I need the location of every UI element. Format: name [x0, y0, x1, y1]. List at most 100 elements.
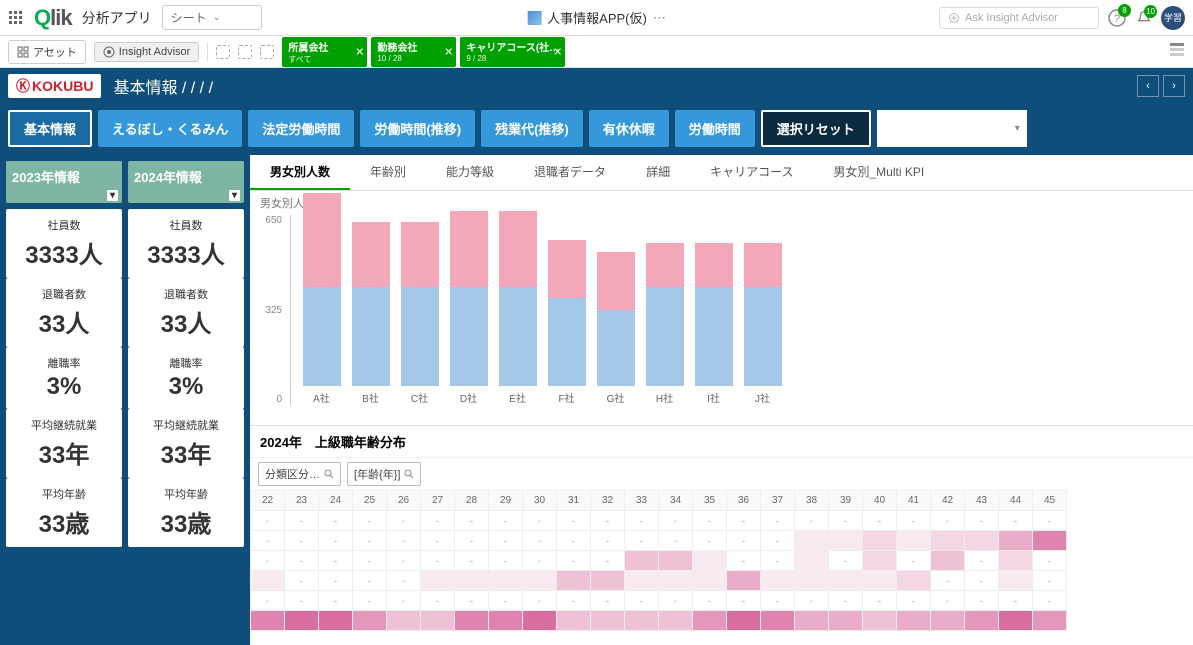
heatmap-cell[interactable]	[999, 551, 1033, 571]
heatmap-cell[interactable]	[795, 531, 829, 551]
heatmap-cell[interactable]: -	[591, 551, 625, 571]
heatmap-cell[interactable]: -	[285, 591, 319, 611]
heatmap-cell[interactable]	[829, 571, 863, 591]
bar-column[interactable]: E社	[495, 211, 540, 405]
heatmap-cell[interactable]: -	[659, 511, 693, 531]
heatmap-cell[interactable]: -	[319, 571, 353, 591]
heatmap-cell[interactable]: -	[455, 591, 489, 611]
heatmap-cell[interactable]	[285, 611, 319, 631]
tab-1[interactable]: 年齢別	[350, 155, 426, 190]
heatmap-cell[interactable]: -	[557, 511, 591, 531]
prev-sheet-button[interactable]: ‹	[1137, 75, 1159, 97]
heatmap-cell[interactable]	[693, 571, 727, 591]
heatmap-cell[interactable]: -	[251, 551, 285, 571]
asset-button[interactable]: アセット	[8, 40, 86, 64]
heatmap-cell[interactable]	[557, 611, 591, 631]
avatar[interactable]: 学習	[1161, 6, 1185, 30]
heatmap-cell[interactable]	[829, 611, 863, 631]
nav-button-7[interactable]: 選択リセット	[761, 110, 871, 147]
heatmap-cell[interactable]: -	[421, 531, 455, 551]
heatmap-cell[interactable]: -	[421, 511, 455, 531]
heatmap-cell[interactable]: -	[421, 591, 455, 611]
heatmap-cell[interactable]: -	[489, 531, 523, 551]
close-icon[interactable]: ✕	[553, 45, 562, 58]
heatmap-cell[interactable]: -	[897, 551, 931, 571]
heatmap-cell[interactable]	[489, 571, 523, 591]
heatmap-cell[interactable]: -	[761, 551, 795, 571]
kpi-card[interactable]: 離職率3%	[6, 347, 122, 409]
heatmap-cell[interactable]: -	[727, 531, 761, 551]
heatmap-cell[interactable]	[999, 531, 1033, 551]
heatmap-cell[interactable]	[659, 551, 693, 571]
nav-button-2[interactable]: 法定労働時間	[248, 110, 354, 147]
heatmap-cell[interactable]: -	[693, 511, 727, 531]
nav-button-3[interactable]: 労働時間(推移)	[360, 110, 475, 147]
bar-column[interactable]: D社	[446, 211, 491, 405]
heatmap-cell[interactable]: -	[829, 551, 863, 571]
heatmap-cell[interactable]: -	[251, 591, 285, 611]
bar-chart[interactable]: 6503250 A社B社C社D社E社F社G社H社I社J社	[250, 215, 1193, 425]
tab-0[interactable]: 男女別人数	[250, 155, 350, 190]
bar-column[interactable]: C社	[397, 222, 442, 405]
bar-column[interactable]: I社	[691, 243, 736, 405]
heatmap-cell[interactable]: -	[625, 591, 659, 611]
heatmap-cell[interactable]	[727, 571, 761, 591]
kpi-card[interactable]: 平均継続就業33年	[6, 409, 122, 478]
bar-column[interactable]: A社	[299, 193, 344, 405]
heatmap-cell[interactable]: -	[557, 531, 591, 551]
kpi-card[interactable]: 社員数3333人	[6, 209, 122, 278]
heatmap-cell[interactable]: -	[999, 511, 1033, 531]
insight-advisor-button[interactable]: Insight Advisor	[94, 42, 200, 62]
heatmap-cell[interactable]	[693, 611, 727, 631]
heatmap-cell[interactable]: -	[353, 571, 387, 591]
selection-forward-icon[interactable]	[260, 45, 274, 59]
kpi-card[interactable]: 退職者数33人	[128, 278, 244, 347]
heatmap-cell[interactable]: -	[387, 591, 421, 611]
heatmap-cell[interactable]	[421, 571, 455, 591]
heatmap-cell[interactable]: -	[455, 531, 489, 551]
tab-3[interactable]: 退職者データ	[514, 155, 626, 190]
apps-grid-icon[interactable]	[8, 10, 24, 26]
nav-button-1[interactable]: えるぼし・くるみん	[98, 110, 242, 147]
heatmap-cell[interactable]	[897, 531, 931, 551]
heatmap-cell[interactable]	[523, 571, 557, 591]
heatmap-cell[interactable]	[897, 611, 931, 631]
heatmap-cell[interactable]	[625, 611, 659, 631]
bar-column[interactable]: G社	[593, 252, 638, 405]
heatmap-cell[interactable]	[557, 571, 591, 591]
heatmap-cell[interactable]: -	[897, 591, 931, 611]
heatmap-cell[interactable]: -	[659, 531, 693, 551]
heatmap-cell[interactable]	[251, 611, 285, 631]
heatmap-cell[interactable]	[421, 611, 455, 631]
heatmap-cell[interactable]	[693, 551, 727, 571]
heatmap-cell[interactable]: -	[761, 531, 795, 551]
close-icon[interactable]: ✕	[444, 45, 453, 58]
heatmap-cell[interactable]: -	[285, 511, 319, 531]
heatmap-cell[interactable]: -	[387, 531, 421, 551]
selections-tool-icon[interactable]	[1169, 41, 1185, 62]
bar-column[interactable]: J社	[740, 243, 785, 405]
heatmap-cell[interactable]: -	[523, 511, 557, 531]
heatmap-cell[interactable]	[761, 611, 795, 631]
heatmap-cell[interactable]	[659, 611, 693, 631]
heatmap-cell[interactable]	[591, 611, 625, 631]
heatmap-cell[interactable]: -	[829, 591, 863, 611]
heatmap-cell[interactable]: -	[353, 531, 387, 551]
heatmap-cell[interactable]: -	[897, 511, 931, 531]
heatmap-cell[interactable]: -	[1033, 571, 1067, 591]
heatmap-cell[interactable]: -	[965, 591, 999, 611]
qlik-logo[interactable]: Qlik	[34, 5, 72, 31]
heatmap-cell[interactable]: -	[319, 551, 353, 571]
kpi-card[interactable]: 社員数3333人	[128, 209, 244, 278]
heatmap-cell[interactable]	[489, 611, 523, 631]
heatmap-cell[interactable]	[795, 571, 829, 591]
dropdown-icon[interactable]: ▾	[229, 190, 240, 201]
tab-2[interactable]: 能力等級	[426, 155, 514, 190]
app-more-icon[interactable]: ⋯	[653, 10, 666, 26]
heatmap-cell[interactable]: -	[931, 591, 965, 611]
heatmap-cell[interactable]: -	[523, 531, 557, 551]
heatmap-cell[interactable]: -	[999, 591, 1033, 611]
kpi-card[interactable]: 平均継続就業33年	[128, 409, 244, 478]
kpi-card[interactable]: 平均年齢33歳	[128, 478, 244, 547]
heatmap-cell[interactable]: -	[455, 551, 489, 571]
